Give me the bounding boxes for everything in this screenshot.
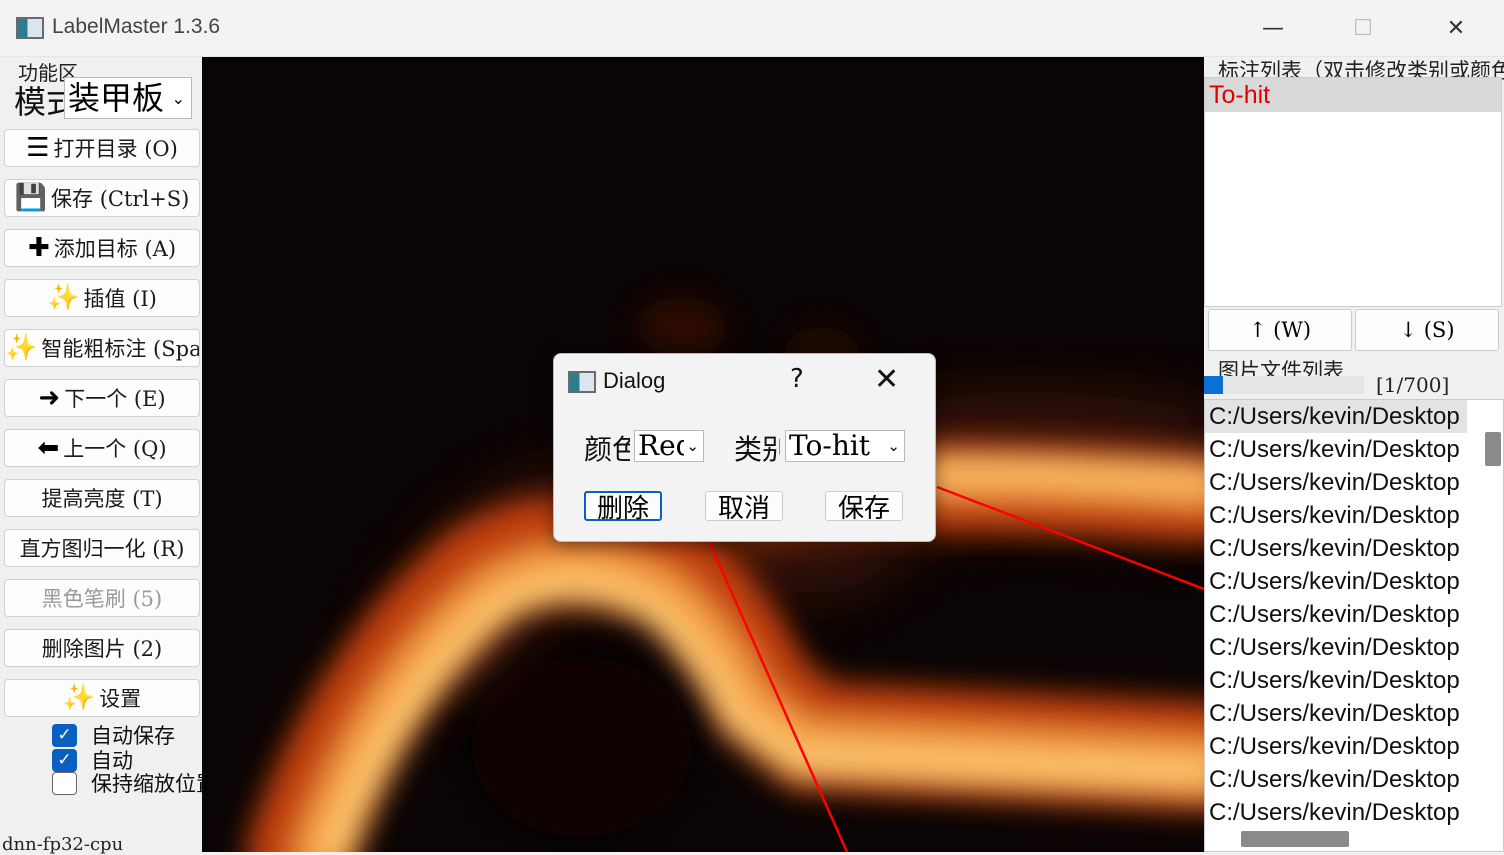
button-label: 删除图片 (2) (41, 637, 163, 661)
folder-icon: ☰ (26, 133, 50, 163)
file-list-item[interactable]: C:/Users/kevin/Desktop (1205, 763, 1467, 796)
color-label: 颜色 (584, 433, 630, 466)
button-label: 保存 (Ctrl+S) (51, 187, 190, 211)
button-label: 添加目标 (A) (53, 237, 177, 261)
add-target-button[interactable]: ✚ 添加目标 (A) (4, 229, 200, 267)
file-counter: [1/700] (1376, 373, 1450, 397)
file-list[interactable]: C:/Users/kevin/Desktop C:/Users/kevin/Des… (1204, 399, 1504, 852)
smart-label-button[interactable]: ✨智能粗标注 (Space) (4, 329, 200, 367)
minimize-button[interactable]: — (1227, 0, 1319, 57)
magic-icon: ✨ (5, 333, 38, 363)
right-panel: 标注列表（双击修改类别或颜色） To-hit ↑ (W) ↓ (S) 图片文件列… (1204, 57, 1504, 852)
class-label: 类别 (734, 433, 780, 466)
black-brush-button[interactable]: 黑色笔刷 (5) (4, 579, 200, 617)
move-up-button[interactable]: ↑ (W) (1208, 309, 1352, 351)
file-list-item[interactable]: C:/Users/kevin/Desktop (1205, 796, 1467, 829)
progress-fill (1204, 376, 1224, 394)
button-label: 设置 (99, 687, 142, 711)
mode-select-value: 装甲板 (68, 79, 165, 117)
help-button[interactable]: ? (790, 364, 804, 394)
histogram-button[interactable]: 直方图归一化 (R) (4, 529, 200, 567)
file-list-item[interactable]: C:/Users/kevin/Desktop (1205, 598, 1467, 631)
next-button[interactable]: ➜ 下一个 (E) (4, 379, 200, 417)
interpolate-button[interactable]: ✨ 插值 (I) (4, 279, 200, 317)
file-list-item[interactable]: C:/Users/kevin/Desktop (1205, 664, 1467, 697)
button-label: 提高亮度 (T) (41, 487, 163, 511)
button-label: 上一个 (Q) (63, 437, 167, 461)
close-button[interactable]: ✕ (1410, 0, 1502, 57)
function-panel: 功能区 模式 装甲板 ⌄ ☰ 打开目录 (O) 💾 保存 (Ctrl+S) ✚ 添加目标 … (0, 57, 217, 855)
save-icon: 💾 (14, 183, 48, 213)
file-list-item[interactable]: C:/Users/kevin/Desktop (1205, 631, 1467, 664)
magic-wand-icon: ✨ (47, 283, 80, 313)
settings-button[interactable]: ✨ 设置 (4, 679, 200, 717)
dialog-app-icon (568, 371, 596, 393)
chevron-down-icon: ⌄ (169, 78, 185, 118)
maximize-button[interactable]: ☐ (1317, 0, 1409, 57)
file-list-item[interactable]: C:/Users/kevin/Desktop (1205, 565, 1467, 598)
dialog-close-button[interactable]: ✕ (874, 362, 899, 397)
settings-wand-icon: ✨ (62, 683, 96, 713)
color-select[interactable]: Red ⌄ (634, 430, 704, 462)
open-dir-button[interactable]: ☰ 打开目录 (O) (4, 129, 200, 167)
app-title: LabelMaster 1.3.6 (52, 15, 221, 38)
file-progress-bar (1204, 376, 1364, 394)
delete-image-button[interactable]: 删除图片 (2) (4, 629, 200, 667)
brightness-button[interactable]: 提高亮度 (T) (4, 479, 200, 517)
chevron-down-icon: ⌄ (684, 431, 699, 461)
arrow-left-icon: ⬅ (37, 433, 60, 463)
button-label: 打开目录 (O) (53, 137, 178, 161)
cancel-button[interactable]: 取消 (705, 491, 783, 524)
save-button-main[interactable]: 💾 保存 (Ctrl+S) (4, 179, 200, 217)
prev-button[interactable]: ⬅ 上一个 (Q) (4, 429, 200, 467)
checkbox-label: 保持缩放位置 (91, 772, 217, 796)
chevron-down-icon: ⌄ (885, 431, 900, 461)
arrow-right-icon: ➜ (38, 383, 61, 413)
title-bar: LabelMaster 1.3.6 — ☐ ✕ (0, 0, 1504, 57)
move-down-button[interactable]: ↓ (S) (1355, 309, 1499, 351)
button-label: 黑色笔刷 (5) (41, 587, 163, 611)
file-list-item[interactable]: C:/Users/kevin/Desktop (1205, 400, 1467, 433)
button-label: 直方图归一化 (R) (19, 537, 185, 561)
app-icon (16, 17, 44, 39)
class-select-value: To-hit (789, 430, 871, 462)
delete-button[interactable]: 删除 (584, 491, 662, 524)
annotation-list[interactable]: To-hit (1204, 77, 1502, 307)
vertical-scrollbar[interactable] (1485, 432, 1501, 466)
checkbox-unchecked-icon[interactable] (52, 771, 77, 795)
button-label: 智能粗标注 (Space) (41, 337, 199, 361)
file-list-item[interactable]: C:/Users/kevin/Desktop (1205, 466, 1467, 499)
file-list-item[interactable]: C:/Users/kevin/Desktop (1205, 532, 1467, 565)
class-select[interactable]: To-hit ⌄ (785, 430, 905, 462)
button-label: 下一个 (E) (64, 387, 166, 411)
file-list-item[interactable]: C:/Users/kevin/Desktop (1205, 499, 1467, 532)
save-button[interactable]: 保存 (825, 491, 903, 524)
checkbox-2[interactable]: 保持缩放位置 (52, 768, 217, 798)
button-label: 插值 (I) (83, 287, 157, 311)
mode-label: 模式 (14, 83, 66, 121)
dialog-title: Dialog (603, 368, 666, 393)
mode-select[interactable]: 装甲板 ⌄ (64, 77, 192, 119)
file-list-item[interactable]: C:/Users/kevin/Desktop (1205, 697, 1467, 730)
file-list-item[interactable]: C:/Users/kevin/Desktop (1205, 433, 1467, 466)
plus-icon: ✚ (27, 233, 50, 263)
file-list-item[interactable]: C:/Users/kevin/Desktop (1205, 730, 1467, 763)
checkbox-checked-icon[interactable]: ✓ (52, 723, 77, 747)
annotation-item[interactable]: To-hit (1205, 78, 1501, 112)
edit-annotation-dialog: Dialog ? ✕ 颜色 Red ⌄ 类别 To-hit ⌄ 删除 取消 保存 (553, 353, 936, 542)
horizontal-scrollbar[interactable] (1241, 831, 1349, 847)
